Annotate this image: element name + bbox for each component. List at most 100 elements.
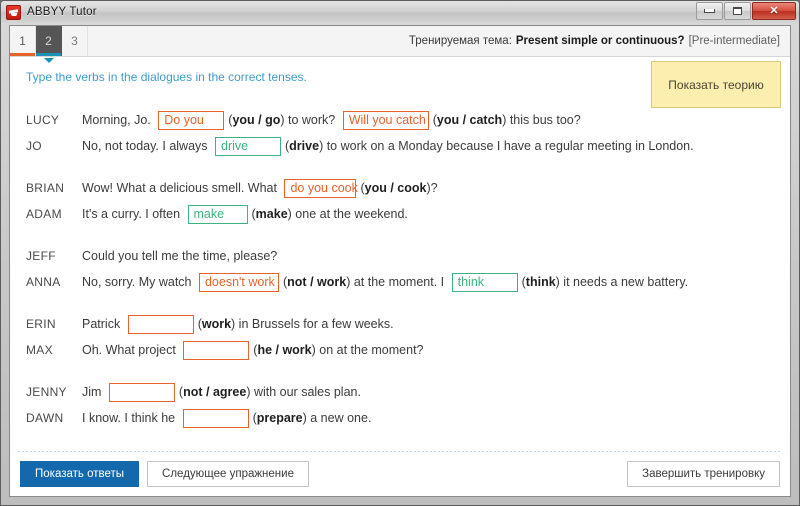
hint-trailing-text: ) a new one. [302, 411, 372, 425]
sentence: Could you tell me the time, please? [82, 249, 277, 263]
title-bar: ABBYY Tutor ✕ [1, 1, 799, 23]
sentence-text: Wow! What a delicious smell. What [82, 181, 281, 195]
speaker-name: JEFF [26, 249, 56, 263]
speaker-name: DAWN [26, 411, 64, 425]
speaker-name: JO [26, 139, 42, 153]
dialogue-line: ADAM It's a curry. I often make(make) one… [26, 201, 774, 227]
speaker-name: BRIAN [26, 181, 65, 195]
sentence-text: Patrick [82, 317, 124, 331]
sentence: Jim (not / agree) with our sales plan. [82, 382, 361, 402]
exercise-tabs: 1 2 3 [10, 26, 88, 63]
sentence: Morning, Jo. Do you(you / go) to work? W… [82, 110, 581, 130]
tab-label: 2 [45, 34, 52, 48]
hint-trailing-text: ) to work on a Monday because I have a r… [319, 139, 694, 153]
tab-label: 1 [19, 34, 26, 48]
sentence-text: Jim [82, 385, 105, 399]
show-theory-button[interactable]: Показать теорию [651, 61, 781, 108]
dialogue-block: ERIN Patrick (work) in Brussels for a few… [26, 311, 774, 363]
verb-hint: not / agree [183, 385, 247, 399]
verb-hint: make [255, 207, 288, 221]
exercise-body: LUCY Morning, Jo. Do you(you / go) to wor… [10, 103, 790, 451]
window-title: ABBYY Tutor [27, 6, 97, 18]
window-controls: ✕ [696, 2, 796, 20]
topic-info: Тренируемая тема: Present simple or cont… [409, 26, 790, 56]
answer-input[interactable]: think [451, 272, 518, 292]
verb-hint: not / work [287, 275, 347, 289]
tab-strip: 1 2 3 Тренируемая тема: Present simple o… [10, 26, 790, 63]
tab-exercise-3[interactable]: 3 [62, 26, 88, 56]
footer-bar: Показать ответы Следующее упражнение Зав… [10, 452, 790, 496]
hint-trailing-text: ) to work? [280, 113, 339, 127]
topic-label: Тренируемая тема: [408, 35, 512, 47]
dialogue-block: BRIAN Wow! What a delicious smell. What d… [26, 175, 774, 227]
tab-exercise-1[interactable]: 1 [10, 26, 36, 56]
sentence-text: No, not today. I always [82, 139, 211, 153]
sentence: Patrick (work) in Brussels for a few wee… [82, 314, 394, 334]
topic-level: [Pre-intermediate] [688, 35, 780, 47]
answer-input[interactable]: do you cook [284, 178, 358, 198]
answer-input[interactable] [108, 382, 175, 402]
sentence-text: Morning, Jo. [82, 113, 155, 127]
maximize-icon [733, 7, 742, 15]
dialogue-line: JEFF Could you tell me the time, please? [26, 243, 774, 269]
sentence: No, sorry. My watch doesn't work(not / w… [82, 272, 689, 292]
sentence: I know. I think he (prepare) a new one. [82, 408, 372, 428]
speaker-name: ERIN [26, 317, 56, 331]
answer-input[interactable]: drive [215, 136, 281, 156]
tab-label: 3 [71, 34, 78, 48]
sentence-text: It's a curry. I often [82, 207, 184, 221]
sentence: Oh. What project (he / work) on at the m… [82, 340, 424, 360]
verb-hint: think [525, 275, 556, 289]
topic-name: Present simple or continuous? [515, 35, 685, 47]
minimize-button[interactable] [696, 2, 723, 20]
maximize-button[interactable] [724, 2, 751, 20]
answer-input[interactable]: Will you catch [342, 110, 429, 130]
close-icon: ✕ [769, 4, 779, 17]
dialogue-block: JENNY Jim (not / agree) with our sales pl… [26, 379, 774, 431]
tab-exercise-2[interactable]: 2 [36, 26, 62, 63]
dialogue-line: LUCY Morning, Jo. Do you(you / go) to wor… [26, 107, 774, 133]
client-area: 1 2 3 Тренируемая тема: Present simple o… [9, 25, 791, 497]
sentence: No, not today. I always drive(drive) to … [82, 136, 694, 156]
dialogue-line: MAX Oh. What project (he / work) on at th… [26, 337, 774, 363]
sentence-text: Could you tell me the time, please? [82, 249, 278, 263]
instruction-row: Type the verbs in the dialogues in the c… [10, 57, 790, 108]
hint-trailing-text: ) this bus too? [502, 113, 581, 127]
verb-hint: you / catch [436, 113, 503, 127]
answer-input[interactable] [127, 314, 194, 334]
tab-status-bar [62, 53, 87, 56]
sentence: It's a curry. I often make(make) one at … [82, 204, 408, 224]
speaker-name: ANNA [26, 275, 61, 289]
speaker-name: ADAM [26, 207, 62, 221]
dialogue-line: ANNA No, sorry. My watch doesn't work(not… [26, 269, 774, 295]
finish-training-button[interactable]: Завершить тренировку [627, 461, 780, 487]
tab-status-bar [36, 53, 61, 56]
verb-hint: drive [289, 139, 320, 153]
next-exercise-button[interactable]: Следующее упражнение [147, 461, 309, 487]
answer-input[interactable] [183, 340, 250, 360]
speaker-name: JENNY [26, 385, 67, 399]
instruction-text: Type the verbs in the dialogues in the c… [26, 70, 307, 84]
answer-input[interactable]: Do you [158, 110, 225, 130]
speaker-name: MAX [26, 343, 53, 357]
dialogue-line: BRIAN Wow! What a delicious smell. What d… [26, 175, 774, 201]
graduation-cap-icon [6, 4, 21, 20]
close-button[interactable]: ✕ [752, 2, 796, 20]
application-window: ABBYY Tutor ✕ 1 2 3 Тренируемая тема: Pr… [0, 0, 800, 506]
show-answers-button[interactable]: Показать ответы [20, 461, 140, 487]
sentence-text: No, sorry. My watch [82, 275, 195, 289]
verb-hint: you / cook [364, 181, 427, 195]
dialogue-line: DAWN I know. I think he (prepare) a new o… [26, 405, 774, 431]
hint-trailing-text: ) one at the weekend. [287, 207, 408, 221]
hint-trailing-text: ) at the moment. I [346, 275, 448, 289]
minimize-icon [704, 9, 715, 13]
answer-input[interactable] [182, 408, 249, 428]
sentence-text: I know. I think he [82, 411, 179, 425]
answer-input[interactable]: make [187, 204, 248, 224]
verb-hint: work [201, 317, 232, 331]
hint-trailing-text: ) it needs a new battery. [555, 275, 689, 289]
answer-input[interactable]: doesn't work [198, 272, 279, 292]
sentence-text: Oh. What project [82, 343, 180, 357]
sentence: Wow! What a delicious smell. What do you… [82, 178, 438, 198]
verb-hint: he / work [257, 343, 312, 357]
